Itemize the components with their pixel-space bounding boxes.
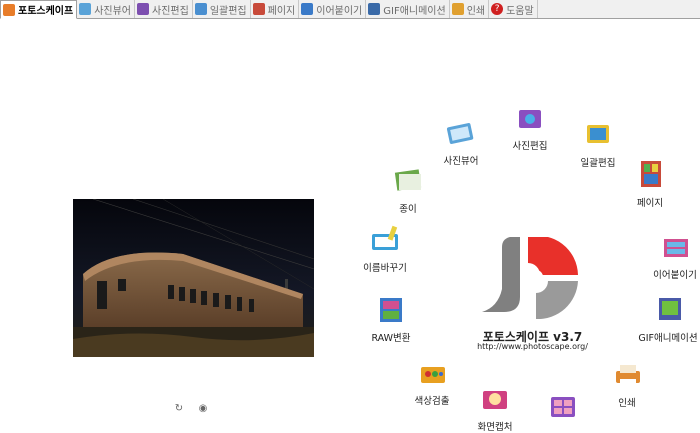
tab-label: 도움말 bbox=[506, 5, 534, 17]
photo-viewer-tab-icon bbox=[79, 3, 92, 15]
photoscape-tab-icon bbox=[3, 3, 15, 16]
gif-animation-icon bbox=[659, 298, 681, 320]
launcher-raw-convert[interactable]: RAW변환 bbox=[346, 294, 436, 344]
eye-icon[interactable]: ◉ bbox=[196, 402, 210, 414]
photoscape-logo bbox=[482, 237, 578, 319]
tab-label: 사진뷰어 bbox=[94, 5, 132, 17]
launcher-label: 페이지 bbox=[636, 198, 664, 209]
tab-combine[interactable]: 이어붙이기 bbox=[299, 0, 367, 18]
launcher-page[interactable]: 페이지 bbox=[605, 159, 695, 209]
tab-gif-animation[interactable]: GIF애니메이션 bbox=[366, 0, 450, 18]
preview-photo bbox=[73, 199, 314, 357]
photo-editor-tab-icon bbox=[137, 3, 150, 15]
tab-batch-editor[interactable]: 일괄편집 bbox=[193, 0, 251, 18]
combine-tab-icon bbox=[301, 3, 314, 15]
color-picker-icon bbox=[421, 367, 445, 383]
launcher-rename[interactable]: 이름바꾸기 bbox=[340, 224, 430, 274]
tab-help[interactable]: ? 도움말 bbox=[489, 0, 538, 18]
tab-label: 페이지 bbox=[267, 5, 296, 17]
tab-label: 인쇄 bbox=[466, 5, 486, 17]
launcher-label: 종이 bbox=[399, 204, 417, 215]
tab-label: GIF애니메이션 bbox=[383, 5, 446, 17]
screen-capture-icon bbox=[483, 391, 507, 409]
launcher-label: 이어붙이기 bbox=[653, 270, 697, 281]
tab-photo-viewer[interactable]: 사진뷰어 bbox=[77, 0, 136, 18]
tab-label: 포토스케이프 bbox=[18, 6, 74, 17]
tab-label: 사진편집 bbox=[152, 5, 189, 17]
main-tab-bar: 포토스케이프 사진뷰어 사진편집 일괄편집 페이지 이어붙이기 GIF애니메이션… bbox=[0, 0, 700, 19]
preview-tools: ↻ ◉ bbox=[172, 402, 210, 414]
print-tab-icon bbox=[451, 3, 464, 15]
raw-convert-icon bbox=[380, 298, 402, 322]
combine-icon bbox=[664, 239, 688, 257]
gif-animation-tab-icon bbox=[368, 3, 381, 15]
rotate-icon[interactable]: ↻ bbox=[172, 402, 186, 414]
batch-editor-icon bbox=[587, 125, 609, 143]
launcher-label: GIF애니메이션 bbox=[638, 333, 698, 344]
paper-icon bbox=[394, 169, 422, 191]
launcher-combine[interactable]: 이어붙이기 bbox=[630, 231, 700, 281]
batch-editor-tab-icon bbox=[194, 3, 207, 15]
launcher-split[interactable] bbox=[518, 391, 608, 427]
tab-label: 이어붙이기 bbox=[316, 5, 363, 17]
help-tab-icon: ? bbox=[491, 3, 504, 15]
home-panel: ↻ ◉ 사진뷰어 사진편집 일괄편집 페이지 이어붙이기 GIF애니메이션 인쇄… bbox=[0, 19, 700, 433]
launcher-label: RAW변환 bbox=[371, 333, 411, 344]
launcher-label: 이름바꾸기 bbox=[363, 263, 407, 274]
tab-photo-editor[interactable]: 사진편집 bbox=[135, 0, 193, 18]
print-icon bbox=[616, 365, 640, 385]
app-url[interactable]: http://www.photoscape.org/ bbox=[470, 342, 595, 351]
launcher-paper[interactable]: 종이 bbox=[363, 165, 453, 215]
tab-label: 일괄편집 bbox=[209, 5, 247, 17]
tab-print[interactable]: 인쇄 bbox=[450, 0, 490, 18]
page-icon bbox=[641, 161, 661, 187]
launcher-gif-animation[interactable]: GIF애니메이션 bbox=[623, 294, 700, 344]
photo-editor-icon bbox=[519, 110, 541, 128]
split-icon bbox=[551, 397, 575, 417]
photo-viewer-icon bbox=[446, 123, 474, 144]
tab-page[interactable]: 페이지 bbox=[251, 0, 300, 18]
rename-icon bbox=[372, 225, 398, 250]
page-tab-icon bbox=[252, 3, 265, 15]
tab-photoscape[interactable]: 포토스케이프 bbox=[0, 0, 78, 19]
